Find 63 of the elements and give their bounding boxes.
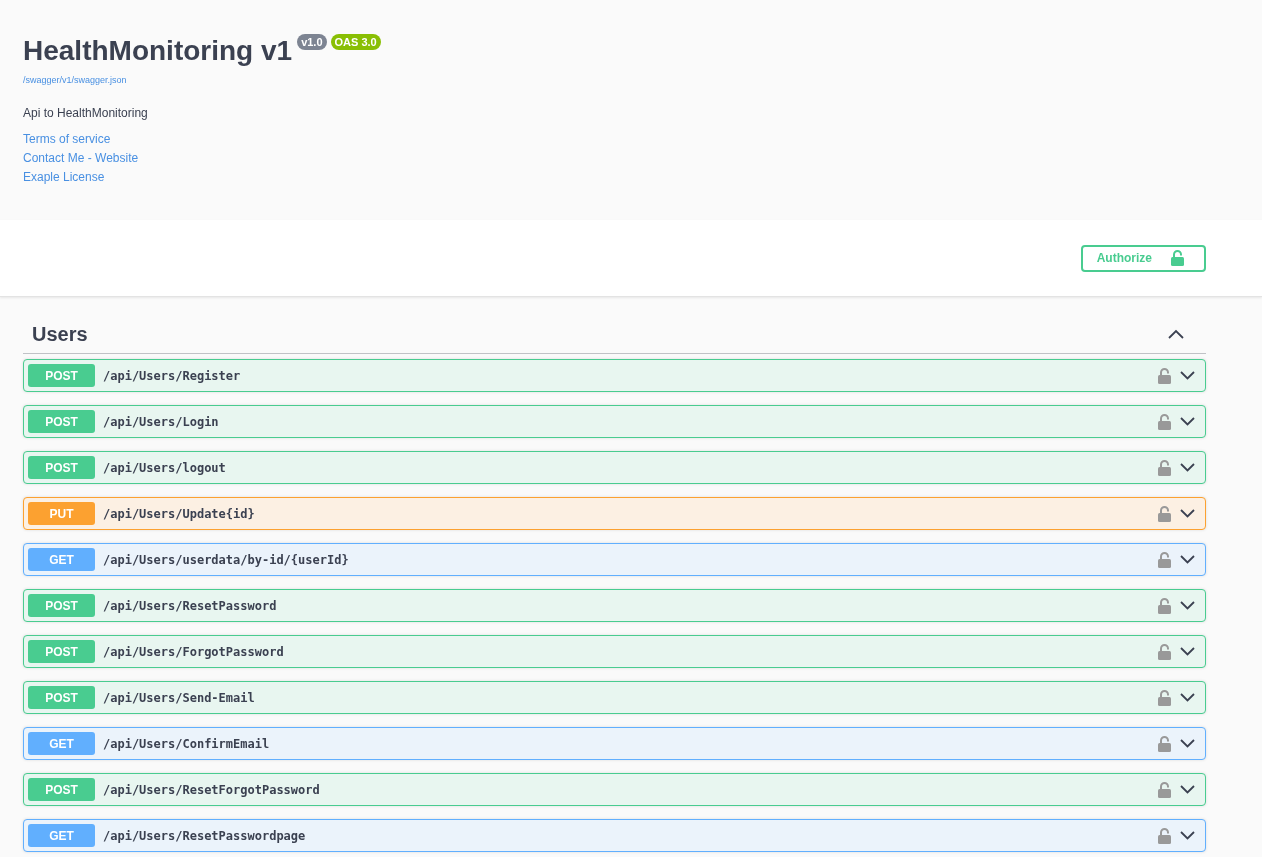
tag-title: Users <box>32 322 88 346</box>
endpoint-path: /api/Users/ConfirmEmail <box>103 736 271 751</box>
operation-row[interactable]: POST /api/Users/ResetForgotPassword <box>23 773 1206 806</box>
tag-header[interactable]: Users <box>23 315 1206 354</box>
chevron-down-icon[interactable] <box>1180 601 1195 610</box>
endpoint-path: /api/Users/logout <box>103 460 227 475</box>
api-description: Api to HealthMonitoring <box>23 105 149 121</box>
operation-row[interactable]: POST /api/Users/Register <box>23 359 1206 392</box>
chevron-down-icon[interactable] <box>1180 647 1195 656</box>
padlock-icon[interactable] <box>1158 551 1171 568</box>
endpoint-path: /api/Users/ResetPasswordpage <box>103 828 307 843</box>
operation-row[interactable]: GET /api/Users/ConfirmEmail <box>23 727 1206 760</box>
http-method-tag: POST <box>28 594 95 617</box>
padlock-icon[interactable] <box>1158 735 1171 752</box>
padlock-icon[interactable] <box>1158 413 1171 430</box>
chevron-down-icon[interactable] <box>1180 555 1195 564</box>
operation-row[interactable]: POST /api/Users/ForgotPassword <box>23 635 1206 668</box>
padlock-icon[interactable] <box>1158 689 1171 706</box>
version-badge: v1.0 <box>297 34 327 50</box>
padlock-icon[interactable] <box>1158 459 1171 476</box>
padlock-icon[interactable] <box>1158 643 1171 660</box>
operation-row[interactable]: POST /api/Users/logout <box>23 451 1206 484</box>
operation-row[interactable]: POST /api/Users/Login <box>23 405 1206 438</box>
http-method-tag: POST <box>28 364 95 387</box>
operation-row[interactable]: PUT /api/Users/Update{id} <box>23 497 1206 530</box>
chevron-down-icon[interactable] <box>1180 739 1195 748</box>
chevron-down-icon[interactable] <box>1180 785 1195 794</box>
endpoint-path: /api/Users/ForgotPassword <box>103 644 285 659</box>
padlock-icon[interactable] <box>1158 505 1171 522</box>
chevron-down-icon[interactable] <box>1180 509 1195 518</box>
chevron-down-icon[interactable] <box>1180 693 1195 702</box>
http-method-tag: POST <box>28 410 95 433</box>
http-method-tag: GET <box>28 548 95 571</box>
chevron-down-icon[interactable] <box>1180 371 1195 380</box>
endpoint-path: /api/Users/ResetForgotPassword <box>103 782 321 797</box>
http-method-tag: POST <box>28 686 95 709</box>
chevron-down-icon[interactable] <box>1180 463 1195 472</box>
http-method-tag: POST <box>28 456 95 479</box>
operation-row[interactable]: POST /api/Users/Send-Email <box>23 681 1206 714</box>
chevron-down-icon[interactable] <box>1180 417 1195 426</box>
endpoint-path: /api/Users/Login <box>103 414 220 429</box>
endpoint-path: /api/Users/ResetPassword <box>103 598 278 613</box>
http-method-tag: POST <box>28 778 95 801</box>
endpoint-path: /api/Users/Register <box>103 368 242 383</box>
operation-row[interactable]: GET /api/Users/userdata/by-id/{userId} <box>23 543 1206 576</box>
chevron-up-icon[interactable] <box>1168 329 1184 339</box>
endpoint-path: /api/Users/userdata/by-id/{userId} <box>103 552 350 567</box>
chevron-down-icon[interactable] <box>1180 831 1195 840</box>
http-method-tag: GET <box>28 824 95 847</box>
http-method-tag: GET <box>28 732 95 755</box>
api-title: HealthMonitoring v1 <box>23 34 293 68</box>
operation-row[interactable]: GET /api/Users/ResetPasswordpage <box>23 819 1206 852</box>
endpoint-path: /api/Users/Update{id} <box>103 506 256 521</box>
http-method-tag: POST <box>28 640 95 663</box>
padlock-icon[interactable] <box>1158 827 1171 844</box>
padlock-icon[interactable] <box>1158 597 1171 614</box>
padlock-icon <box>1171 250 1184 266</box>
http-method-tag: PUT <box>28 502 95 525</box>
operation-row[interactable]: POST /api/Users/ResetPassword <box>23 589 1206 622</box>
endpoint-path: /api/Users/Send-Email <box>103 690 256 705</box>
padlock-icon[interactable] <box>1158 781 1171 798</box>
padlock-icon[interactable] <box>1158 367 1171 384</box>
version-badge: OAS 3.0 <box>330 34 381 50</box>
